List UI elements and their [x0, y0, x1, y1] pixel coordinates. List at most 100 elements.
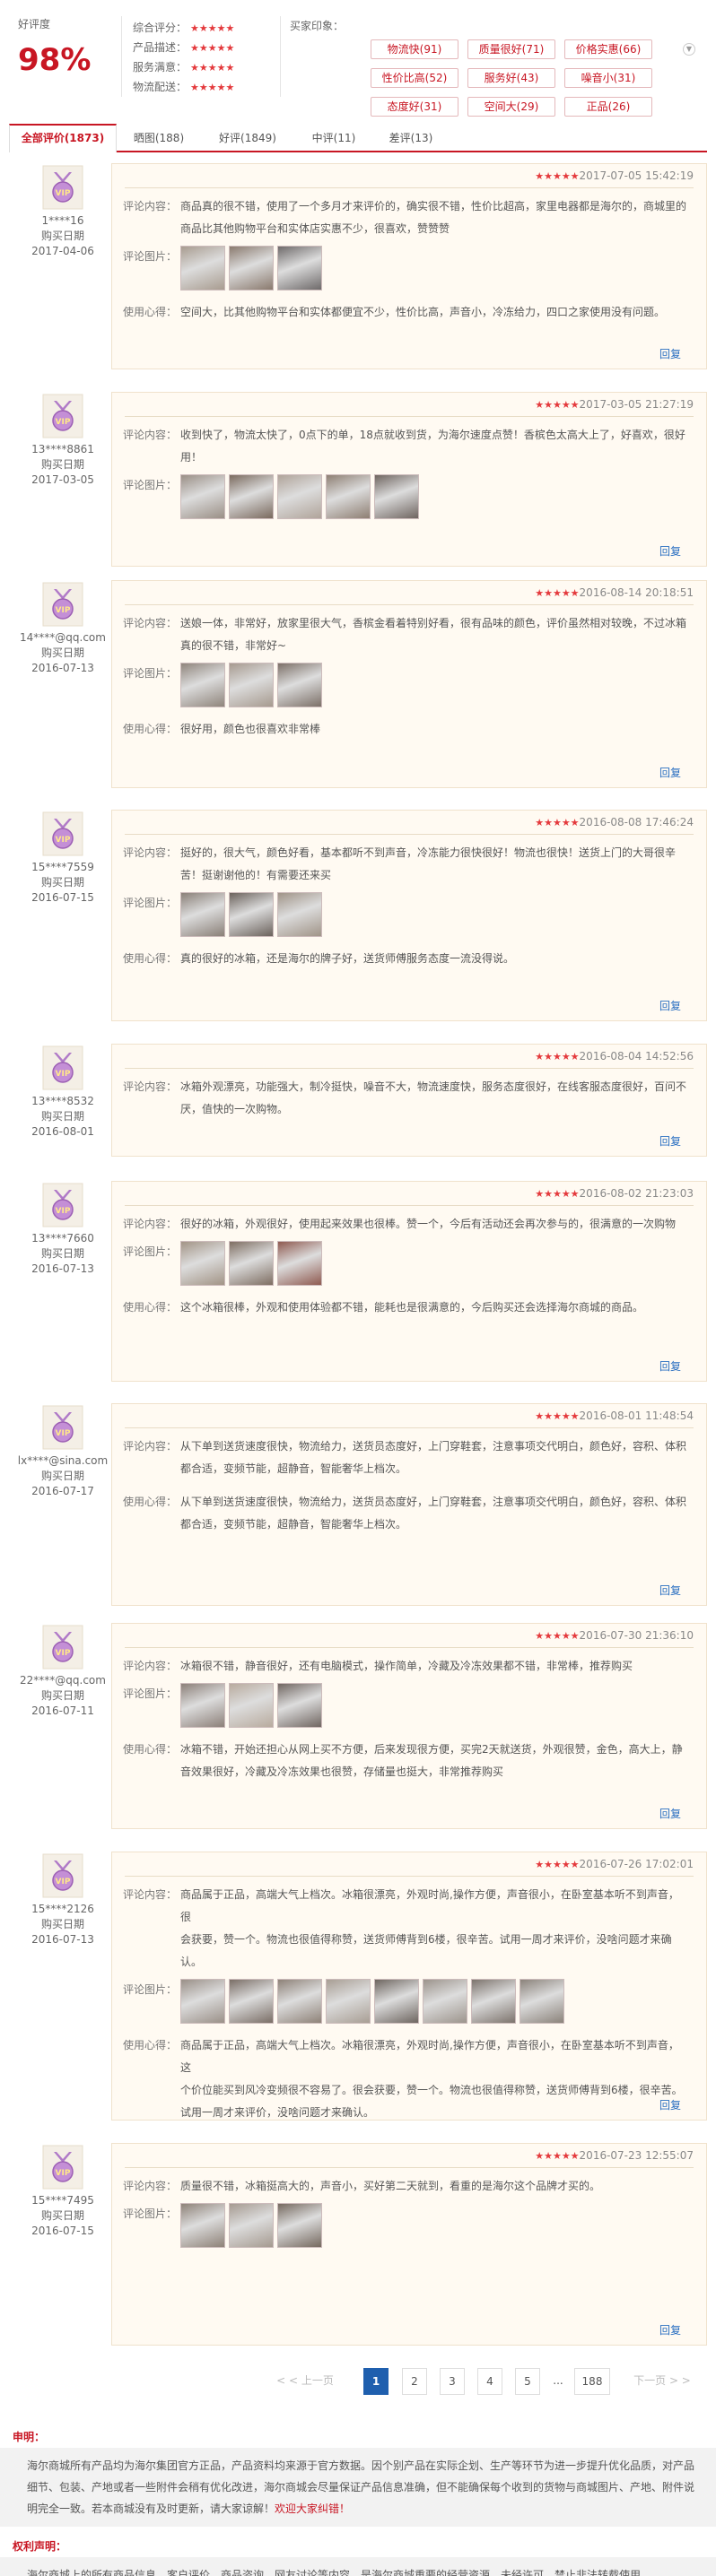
tab-0[interactable]: 全部评价(1873): [9, 124, 117, 152]
review-image-thumbnail[interactable]: [277, 1683, 322, 1728]
avatar[interactable]: VIP: [42, 1183, 83, 1227]
review-image-thumbnail[interactable]: [229, 892, 274, 937]
review-content: 评论内容： 质量很不错，冰箱挺高大的，声音小，买好第二天就到，看重的是海尔这个品牌…: [112, 2175, 706, 2198]
review-header: ★★★★★2016-08-01 11:48:54: [112, 1404, 706, 1427]
score-stars: ★★★★★: [190, 62, 235, 74]
prev-page-button[interactable]: < < 上一页: [274, 2368, 336, 2395]
impression-tag[interactable]: 质量很好(71): [467, 39, 555, 59]
avatar[interactable]: VIP: [42, 2145, 83, 2190]
review-image-thumbnail[interactable]: [277, 1241, 322, 1286]
review-image-thumbnail[interactable]: [229, 663, 274, 707]
impression-tag[interactable]: 正品(26): [564, 97, 652, 117]
page-button-3[interactable]: 3: [440, 2368, 465, 2395]
review-image-thumbnail[interactable]: [180, 2203, 225, 2248]
review-image-thumbnail[interactable]: [229, 2203, 274, 2248]
review-image-thumbnail[interactable]: [277, 663, 322, 707]
divider: [125, 1068, 694, 1069]
review-image-thumbnail[interactable]: [423, 1979, 467, 2024]
tab-1[interactable]: 晒图(188): [118, 124, 199, 152]
reviewer-name: lx****@sina.com: [17, 1454, 109, 1467]
review-experience: 使用心得： 很好用，颜色也很喜欢非常棒: [112, 718, 706, 741]
review-image-thumbnail[interactable]: [277, 892, 322, 937]
review-image-thumbnail[interactable]: [180, 663, 225, 707]
reply-link[interactable]: 回复: [659, 1133, 681, 1149]
review-image-thumbnail[interactable]: [326, 474, 371, 519]
reply-link[interactable]: 回复: [659, 1358, 681, 1374]
impression-tag[interactable]: 服务好(43): [467, 68, 555, 88]
avatar[interactable]: VIP: [42, 1853, 83, 1898]
avatar[interactable]: VIP: [42, 1625, 83, 1670]
review-experience: 使用心得： 冰箱不错，开始还担心从网上买不方便，后来发现很方便，买完2天就送货，外…: [112, 1739, 706, 1783]
review-image-thumbnail[interactable]: [471, 1979, 516, 2024]
review-image-thumbnail[interactable]: [374, 474, 419, 519]
review-image-thumbnail[interactable]: [277, 2203, 322, 2248]
svg-text:VIP: VIP: [56, 1207, 71, 1216]
review-image-thumbnail[interactable]: [520, 1979, 564, 2024]
reply-link[interactable]: 回复: [659, 543, 681, 559]
review-image-thumbnail[interactable]: [180, 1241, 225, 1286]
impression-tag[interactable]: 价格实惠(66): [564, 39, 652, 59]
avatar[interactable]: VIP: [42, 1045, 83, 1090]
page-button-2[interactable]: 2: [402, 2368, 427, 2395]
avatar[interactable]: VIP: [42, 1405, 83, 1450]
review-image-thumbnail[interactable]: [326, 1979, 371, 2024]
page-button-5[interactable]: 5: [515, 2368, 540, 2395]
avatar[interactable]: VIP: [42, 582, 83, 627]
review-image-thumbnail[interactable]: [374, 1979, 419, 2024]
last-page-button[interactable]: 188: [574, 2368, 610, 2395]
tab-2[interactable]: 好评(1849): [205, 124, 291, 152]
review-image-thumbnail[interactable]: [277, 246, 322, 291]
review-image-thumbnail[interactable]: [180, 474, 225, 519]
score-stars: ★★★★★: [190, 22, 235, 34]
good-rate-block: 好评度 98%: [18, 16, 117, 78]
expand-tags-icon[interactable]: ▼: [683, 43, 695, 56]
review-image-thumbnail[interactable]: [180, 1979, 225, 2024]
review-time: 2016-08-08 17:46:24: [579, 816, 694, 828]
reply-link[interactable]: 回复: [659, 1806, 681, 1821]
purchase-date-label: 购买日期: [40, 1470, 84, 1482]
page-button-4[interactable]: 4: [477, 2368, 502, 2395]
impression-tag[interactable]: 空间大(29): [467, 97, 555, 117]
experience-label: 使用心得：: [123, 952, 178, 965]
reply-link[interactable]: 回复: [659, 998, 681, 1013]
page-button-1[interactable]: 1: [363, 2368, 389, 2395]
review-image-thumbnail[interactable]: [229, 1241, 274, 1286]
next-page-button[interactable]: 下一页 > >: [628, 2368, 696, 2395]
reply-link[interactable]: 回复: [659, 2322, 681, 2337]
score-list: 综合评分： ★★★★★ 产品描述： ★★★★★ 服务满意： ★★★★★ 物流配送： ★★★★★: [133, 18, 276, 97]
review-image-thumbnail[interactable]: [229, 1683, 274, 1728]
review-image-thumbnail[interactable]: [229, 246, 274, 291]
images-label: 评论图片：: [123, 897, 178, 909]
reply-link[interactable]: 回复: [659, 2097, 681, 2112]
reply-link[interactable]: 回复: [659, 765, 681, 780]
review-image-thumbnail[interactable]: [229, 1979, 274, 2024]
review-card: ★★★★★2016-08-08 17:46:24 评论内容： 挺好的，很大气，颜色好…: [111, 810, 707, 1021]
impression-tag[interactable]: 性价比高(52): [371, 68, 458, 88]
review-header: ★★★★★2016-07-30 21:36:10: [112, 1624, 706, 1647]
experience-label: 使用心得：: [123, 2039, 178, 2051]
avatar[interactable]: VIP: [42, 165, 83, 210]
rights-text: 海尔商城上的所有商品信息、客户评价、商品咨询、网友讨论等内容，是海尔商城重要的经…: [27, 2569, 652, 2576]
impression-tag[interactable]: 噪音小(31): [564, 68, 652, 88]
review-image-thumbnail[interactable]: [229, 474, 274, 519]
review-image-thumbnail[interactable]: [277, 1979, 322, 2024]
tab-4[interactable]: 差评(13): [375, 124, 447, 152]
reviewer-info: VIP lx****@sina.com 购买日期 2016-07-17: [9, 1405, 117, 1499]
review-header: ★★★★★2017-07-05 15:42:19: [112, 164, 706, 187]
avatar[interactable]: VIP: [42, 811, 83, 856]
reply-link[interactable]: 回复: [659, 346, 681, 361]
reply-link[interactable]: 回复: [659, 1583, 681, 1598]
impression-tag[interactable]: 物流快(91): [371, 39, 458, 59]
avatar[interactable]: VIP: [42, 394, 83, 438]
content-label: 评论内容：: [123, 617, 178, 629]
review-image-thumbnail[interactable]: [277, 474, 322, 519]
review-image-thumbnail[interactable]: [180, 1683, 225, 1728]
review-image-thumbnail[interactable]: [180, 246, 225, 291]
purchase-date: 2016-07-15: [31, 891, 94, 904]
review-content-line: 从下单到送货速度很快，物流给力，送货员态度好，上门穿鞋套，注意事项交代明白，颜色…: [180, 1440, 687, 1453]
review-images: 评论图片：: [112, 663, 706, 707]
impression-tag[interactable]: 态度好(31): [371, 97, 458, 117]
review-time: 2016-08-04 14:52:56: [579, 1050, 694, 1062]
review-image-thumbnail[interactable]: [180, 892, 225, 937]
tab-3[interactable]: 中评(11): [298, 124, 370, 152]
